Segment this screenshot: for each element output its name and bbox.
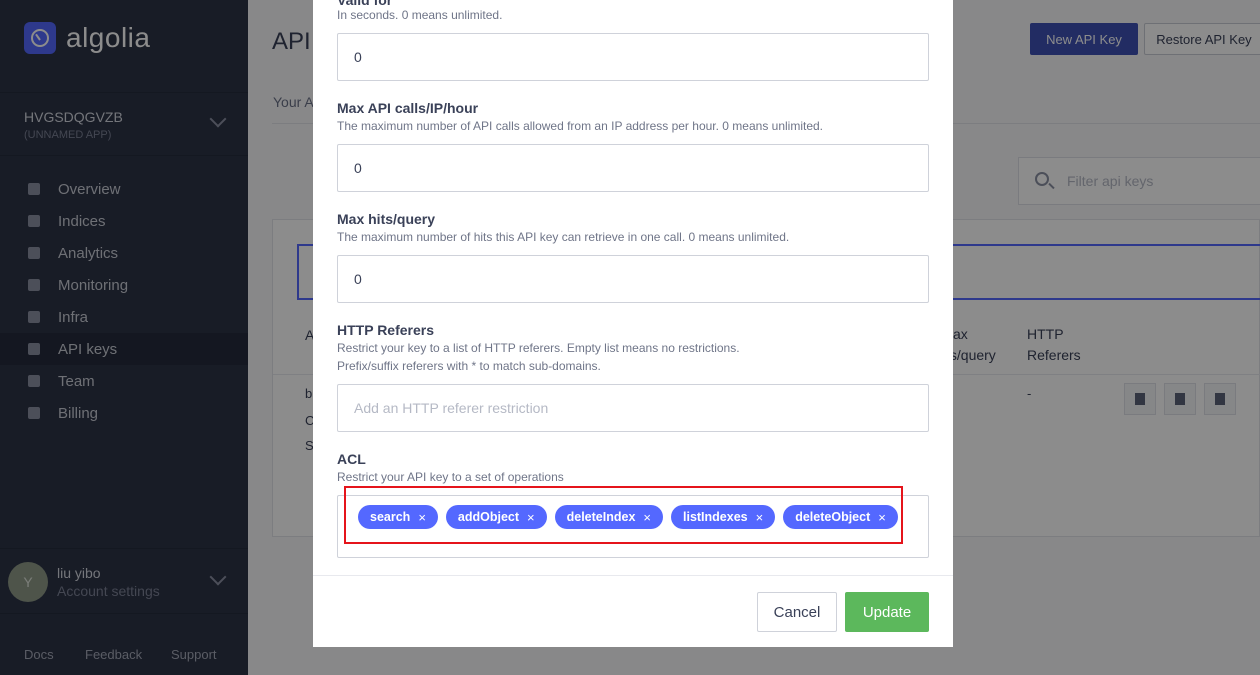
modal-footer: Cancel Update [313, 575, 953, 647]
acl-help: Restrict your API key to a set of operat… [337, 470, 564, 484]
referers-label: HTTP Referers [337, 322, 435, 338]
max-hits-label: Max hits/query [337, 211, 436, 227]
max-calls-label: Max API calls/IP/hour [337, 100, 479, 116]
max-hits-input[interactable] [337, 255, 929, 303]
referers-help-2: Prefix/suffix referers with * to match s… [337, 359, 601, 373]
annotation-highlight-box [344, 486, 903, 544]
max-calls-help: The maximum number of API calls allowed … [337, 119, 824, 133]
max-hits-help: The maximum number of hits this API key … [337, 230, 790, 244]
max-calls-input[interactable] [337, 144, 929, 192]
acl-label: ACL [337, 451, 366, 467]
edit-api-key-modal: Valid for In seconds. 0 means unlimited.… [313, 0, 953, 647]
referer-input[interactable] [337, 384, 929, 432]
validity-help: In seconds. 0 means unlimited. [337, 8, 503, 22]
cancel-button[interactable]: Cancel [757, 592, 837, 632]
validity-input[interactable] [337, 33, 929, 81]
update-button[interactable]: Update [845, 592, 929, 632]
referers-help: Restrict your key to a list of HTTP refe… [337, 341, 740, 355]
